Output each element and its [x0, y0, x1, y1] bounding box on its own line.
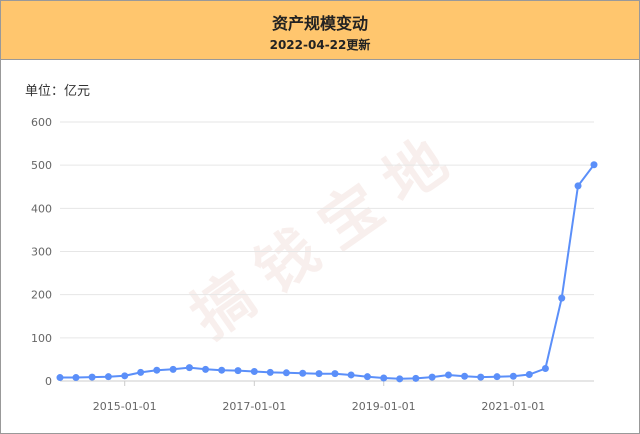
data-point: [493, 373, 501, 381]
data-point: [299, 369, 307, 377]
y-tick-label: 200: [31, 289, 52, 302]
data-point: [185, 364, 193, 372]
data-point: [282, 369, 290, 377]
y-tick-label: 600: [31, 116, 52, 129]
x-tick-label: 2015-01-01: [93, 400, 157, 413]
data-point: [331, 370, 339, 378]
data-point: [525, 371, 533, 379]
data-point: [412, 374, 420, 382]
data-point: [234, 367, 242, 375]
data-point: [202, 365, 210, 373]
y-tick-label: 0: [45, 375, 52, 388]
data-point: [56, 374, 64, 382]
x-tick-label: 2019-01-01: [352, 400, 416, 413]
data-point: [104, 373, 112, 381]
data-point: [590, 161, 598, 169]
data-point: [380, 374, 388, 382]
line-chart: 0 100 200 300 400 500 600 2015-01-01 2017-01-01 2…: [31, 116, 598, 413]
data-point: [169, 365, 177, 373]
data-point: [266, 368, 274, 376]
data-point: [218, 366, 226, 374]
data-point: [396, 375, 404, 383]
data-point: [347, 371, 355, 379]
data-point: [250, 368, 258, 376]
x-tick-label: 2017-01-01: [222, 400, 286, 413]
data-point: [477, 373, 485, 381]
y-tick-label: 300: [31, 246, 52, 259]
data-point: [444, 371, 452, 379]
y-tick-label: 100: [31, 332, 52, 345]
data-point: [121, 372, 129, 380]
data-point: [315, 370, 323, 378]
series-line: [60, 164, 595, 380]
data-point: [541, 364, 549, 372]
data-point: [363, 373, 371, 381]
x-tick-label: 2021-01-01: [481, 400, 545, 413]
data-point: [461, 372, 469, 380]
y-tick-label: 500: [31, 159, 52, 172]
data-point: [72, 374, 80, 382]
data-point: [558, 294, 566, 302]
data-point: [509, 372, 517, 380]
data-point: [428, 373, 436, 381]
data-point: [88, 373, 96, 381]
data-point: [137, 368, 145, 376]
data-point: [153, 366, 161, 374]
y-tick-label: 400: [31, 202, 52, 215]
data-point: [574, 182, 582, 190]
